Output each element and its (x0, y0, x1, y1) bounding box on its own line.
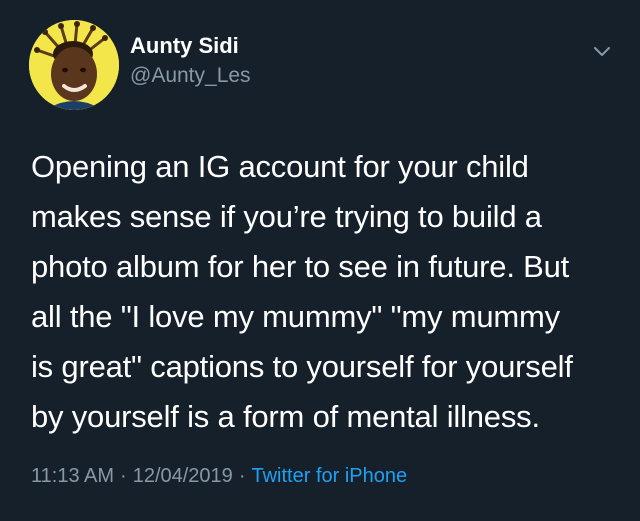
tweet-text-line: all the "I love my mummy" "my mummy (31, 299, 560, 334)
meta-separator: · (238, 465, 246, 487)
tweet-text-line: Opening an IG account for your child (31, 149, 529, 184)
tweet-text-line: by yourself is a form of mental illness. (31, 399, 540, 434)
tweet-metadata: 11:13 AM · 12/04/2019 · Twitter for iPhone (31, 465, 407, 488)
tweet-date[interactable]: 12/04/2019 (133, 465, 233, 487)
avatar[interactable] (29, 20, 119, 110)
tweet-source-link[interactable]: Twitter for iPhone (251, 465, 407, 487)
tweet-text: Opening an IG account for your child mak… (31, 142, 621, 442)
avatar-image (29, 20, 119, 110)
display-name[interactable]: Aunty Sidi (130, 33, 239, 59)
chevron-down-icon[interactable] (591, 40, 613, 62)
tweet-text-line: photo album for her to see in future. Bu… (31, 249, 570, 284)
tweet-time[interactable]: 11:13 AM (31, 465, 114, 487)
meta-separator: · (120, 465, 127, 487)
tweet-text-line: makes sense if you’re trying to build a (31, 199, 542, 234)
tweet-text-line: is great" captions to yourself for yours… (31, 349, 573, 384)
user-handle[interactable]: @Aunty_Les (130, 64, 251, 88)
